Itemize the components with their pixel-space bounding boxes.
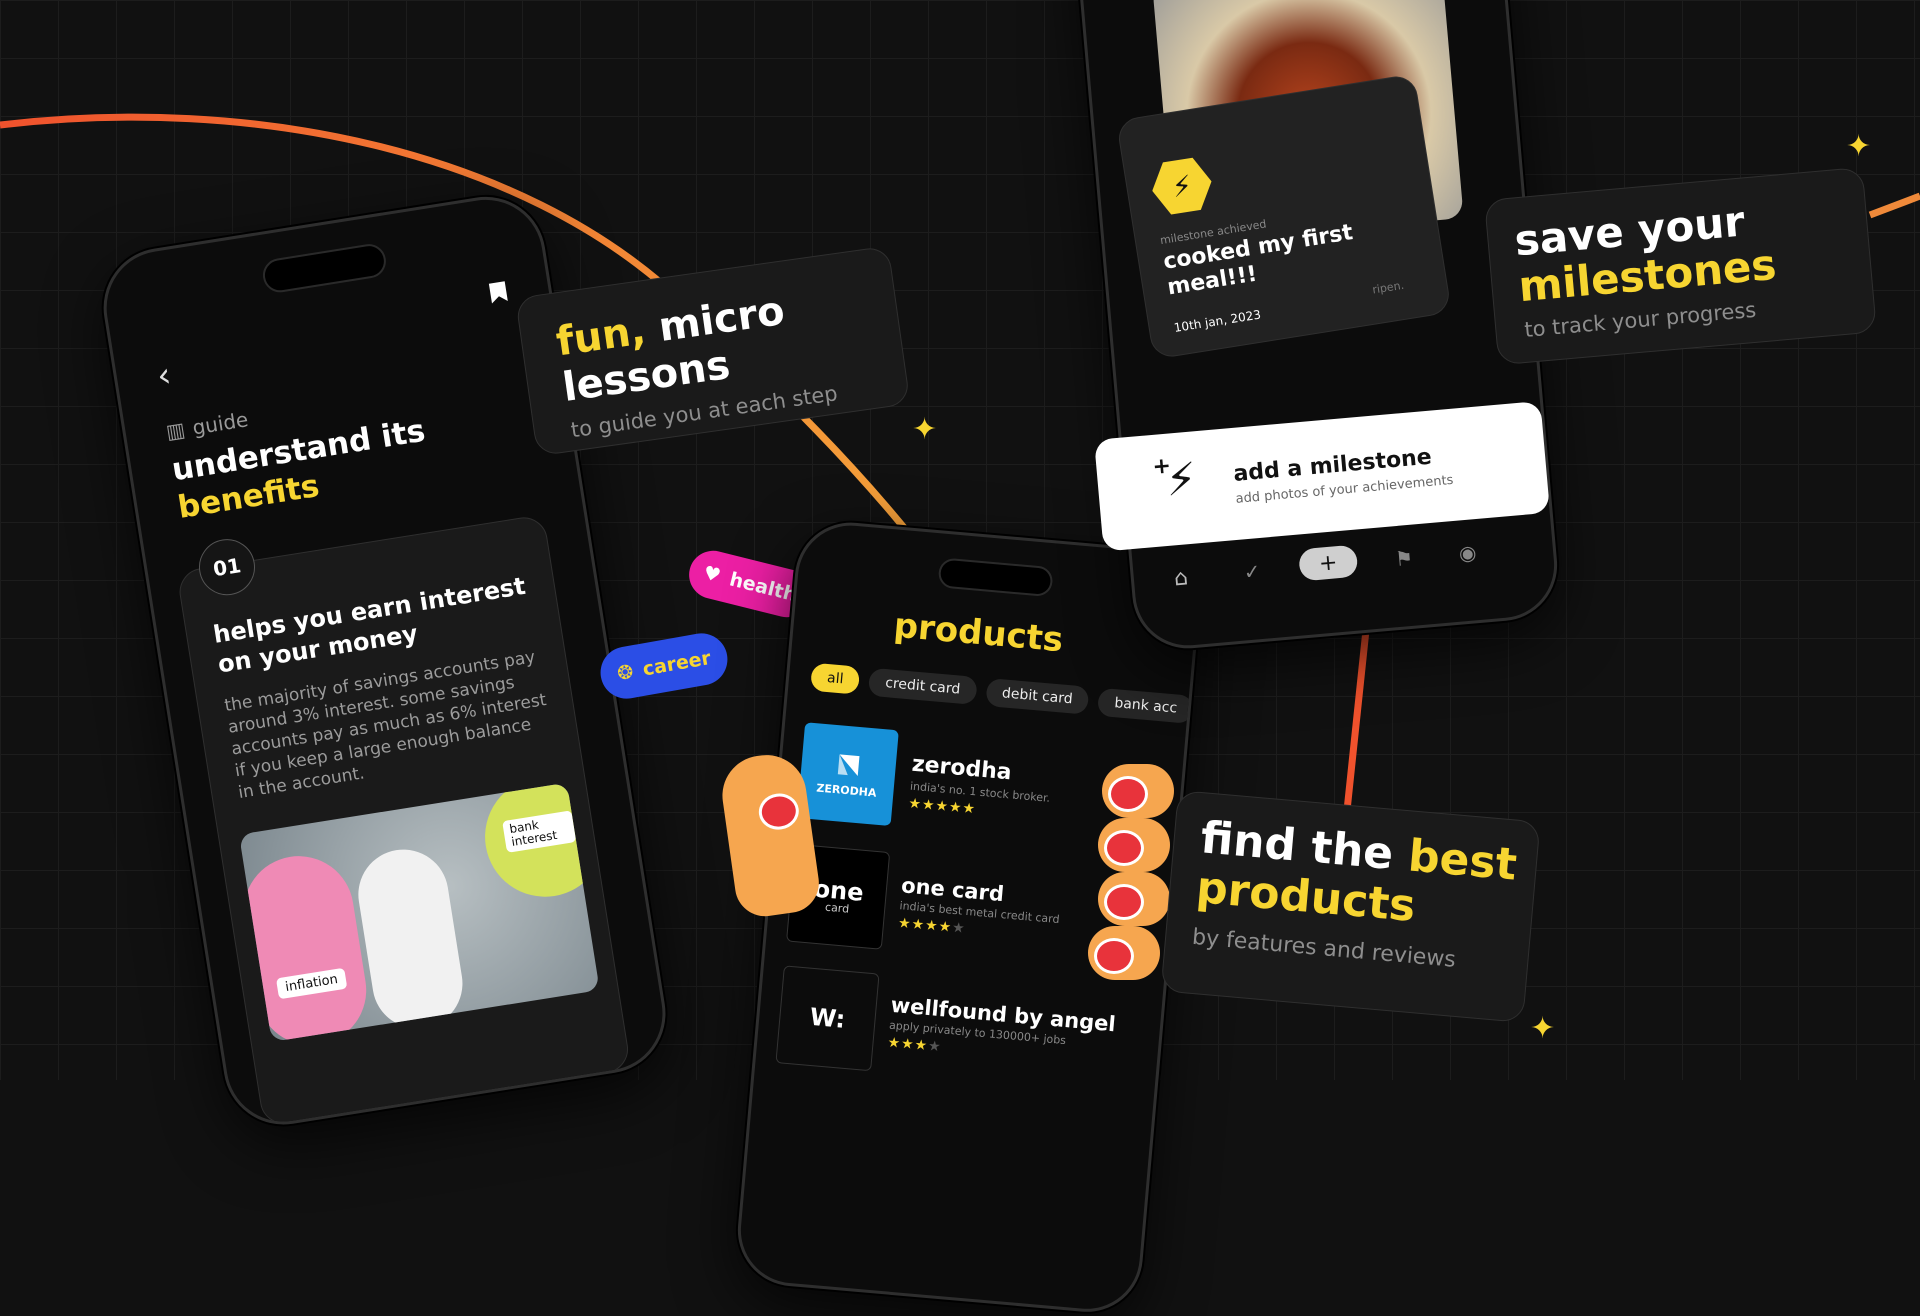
step-badge: 01 <box>194 535 260 600</box>
check-circle-icon[interactable]: ✓ <box>1243 559 1262 584</box>
filter-chip-credit-card[interactable]: credit card <box>868 667 978 705</box>
filter-chips: all credit card debit card bank acc <box>810 662 1204 725</box>
product-rating: ★★★★ <box>886 1034 943 1056</box>
milestone-date: 10th jan, 2023 <box>1172 307 1262 336</box>
fingernail <box>1108 776 1148 812</box>
profile-icon[interactable]: ◉ <box>1458 540 1477 565</box>
plus-icon: + <box>1151 453 1173 480</box>
finger-icon <box>1088 926 1160 980</box>
fingernail <box>1104 830 1144 866</box>
products-callout: find the best products by features and r… <box>1160 790 1541 1023</box>
products-callout-title: find the best products <box>1194 812 1519 933</box>
medal-icon: ❂ <box>615 660 636 686</box>
product-item-wellfound[interactable]: W: wellfound by angel apply privately to… <box>775 965 1142 1096</box>
lesson-illustration: inflation bank interest <box>238 782 600 1042</box>
filter-chip-bank-account[interactable]: bank acc <box>1097 687 1195 724</box>
finger-icon <box>1102 764 1174 818</box>
heart-icon: ♥ <box>701 561 723 588</box>
finger-icon <box>1098 818 1170 872</box>
sparkle-icon: ✦ <box>1530 1011 1556 1046</box>
fingernail <box>1104 884 1144 920</box>
milestone-card: ⚡ milestone achieved cooked my first mea… <box>1115 73 1452 360</box>
product-rating: ★★★★★ <box>907 795 977 818</box>
zerodha-mark-icon <box>837 753 860 776</box>
wellfound-logo: W: <box>775 965 880 1072</box>
section-label: ▥ guide <box>164 407 250 444</box>
book-icon: ▥ <box>164 417 187 444</box>
sparkle-icon: ✦ <box>912 412 938 447</box>
map-icon[interactable]: ⚑ <box>1394 546 1414 571</box>
milestone-phone: ⚡ milestone achieved cooked my first mea… <box>1068 0 1562 653</box>
dynamic-island <box>260 241 389 295</box>
milestones-callout-title: save your milestones <box>1512 196 1779 312</box>
nav-add-button[interactable]: + <box>1297 544 1359 582</box>
inflation-character <box>238 848 375 1042</box>
bookmark-icon[interactable] <box>487 279 511 310</box>
lightning-badge-icon: ⚡ <box>1148 152 1217 221</box>
filter-chip-all[interactable]: all <box>810 662 861 695</box>
dynamic-island <box>937 557 1054 598</box>
milestones-callout: save your milestones to track your progr… <box>1484 166 1878 366</box>
filter-chip-debit-card[interactable]: debit card <box>984 677 1090 715</box>
finger-icon <box>1098 872 1170 926</box>
person-character <box>351 843 469 1035</box>
lesson-card: 01 helps you earn interest on your money… <box>176 513 632 1128</box>
fingernail <box>756 790 802 833</box>
milestone-brand: ripen. <box>1371 278 1405 297</box>
sparkle-icon: ✦ <box>1846 129 1872 164</box>
back-icon[interactable]: ‹ <box>154 355 174 397</box>
product-rating: ★★★★★ <box>897 915 967 937</box>
products-title: products <box>892 605 1065 661</box>
fingernail <box>1094 938 1134 974</box>
zerodha-logo: ZERODHA <box>796 722 899 827</box>
home-icon[interactable]: ⌂ <box>1173 565 1189 591</box>
